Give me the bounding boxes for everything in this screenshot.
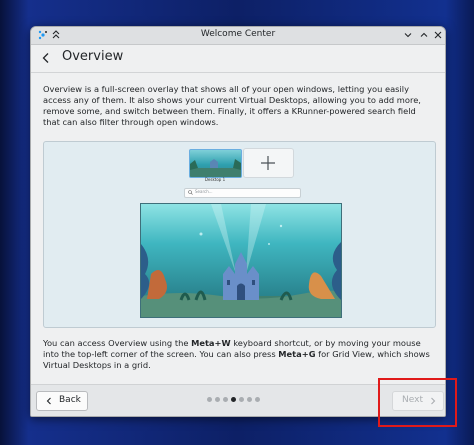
underwater-castle-wallpaper bbox=[141, 204, 341, 317]
page-title: Overview bbox=[62, 49, 124, 64]
desktop-wallpaper bbox=[140, 203, 342, 318]
shortcut-description: You can access Overview using the Meta+W… bbox=[43, 338, 435, 371]
page-dot-4-active[interactable] bbox=[231, 397, 236, 402]
shortcut-meta-g: Meta+G bbox=[278, 349, 316, 359]
maximize-icon[interactable] bbox=[419, 30, 429, 40]
overview-preview-image: Desktop 1 Search... bbox=[43, 141, 436, 328]
minimize-icon[interactable] bbox=[403, 30, 413, 40]
chevron-left-icon bbox=[46, 397, 51, 405]
shortcut-meta-w: Meta+W bbox=[191, 338, 231, 348]
page-indicator bbox=[207, 397, 269, 403]
body-text-part-1: You can access Overview using the bbox=[43, 338, 192, 348]
search-icon bbox=[188, 190, 193, 195]
page-dot-1[interactable] bbox=[207, 397, 212, 402]
page-dot-7[interactable] bbox=[255, 397, 260, 402]
add-desktop-button bbox=[243, 148, 294, 178]
welcome-center-window: Welcome Center Overview Overview is a fu… bbox=[30, 26, 446, 417]
page-dot-3[interactable] bbox=[223, 397, 228, 402]
desktop-thumbnail-art bbox=[190, 159, 241, 177]
window-title: Welcome Center bbox=[200, 29, 276, 39]
back-arrow-icon[interactable] bbox=[40, 52, 52, 64]
page-dot-5[interactable] bbox=[239, 397, 244, 402]
close-icon[interactable] bbox=[433, 30, 443, 40]
plus-icon bbox=[261, 156, 275, 170]
page-header: Overview bbox=[31, 45, 445, 73]
overview-description: Overview is a full-screen overlay that s… bbox=[43, 84, 421, 127]
search-placeholder: Search... bbox=[195, 189, 213, 194]
page-dot-2[interactable] bbox=[215, 397, 220, 402]
title-bar[interactable]: Welcome Center bbox=[31, 27, 445, 45]
back-button[interactable]: Back bbox=[36, 391, 88, 411]
desktop-thumbnail bbox=[189, 149, 242, 178]
overview-search-field: Search... bbox=[184, 188, 301, 198]
back-button-label: Back bbox=[59, 395, 81, 405]
page-dot-6[interactable] bbox=[247, 397, 252, 402]
desktop-label: Desktop 1 bbox=[204, 177, 226, 182]
red-highlight-box bbox=[378, 378, 457, 427]
